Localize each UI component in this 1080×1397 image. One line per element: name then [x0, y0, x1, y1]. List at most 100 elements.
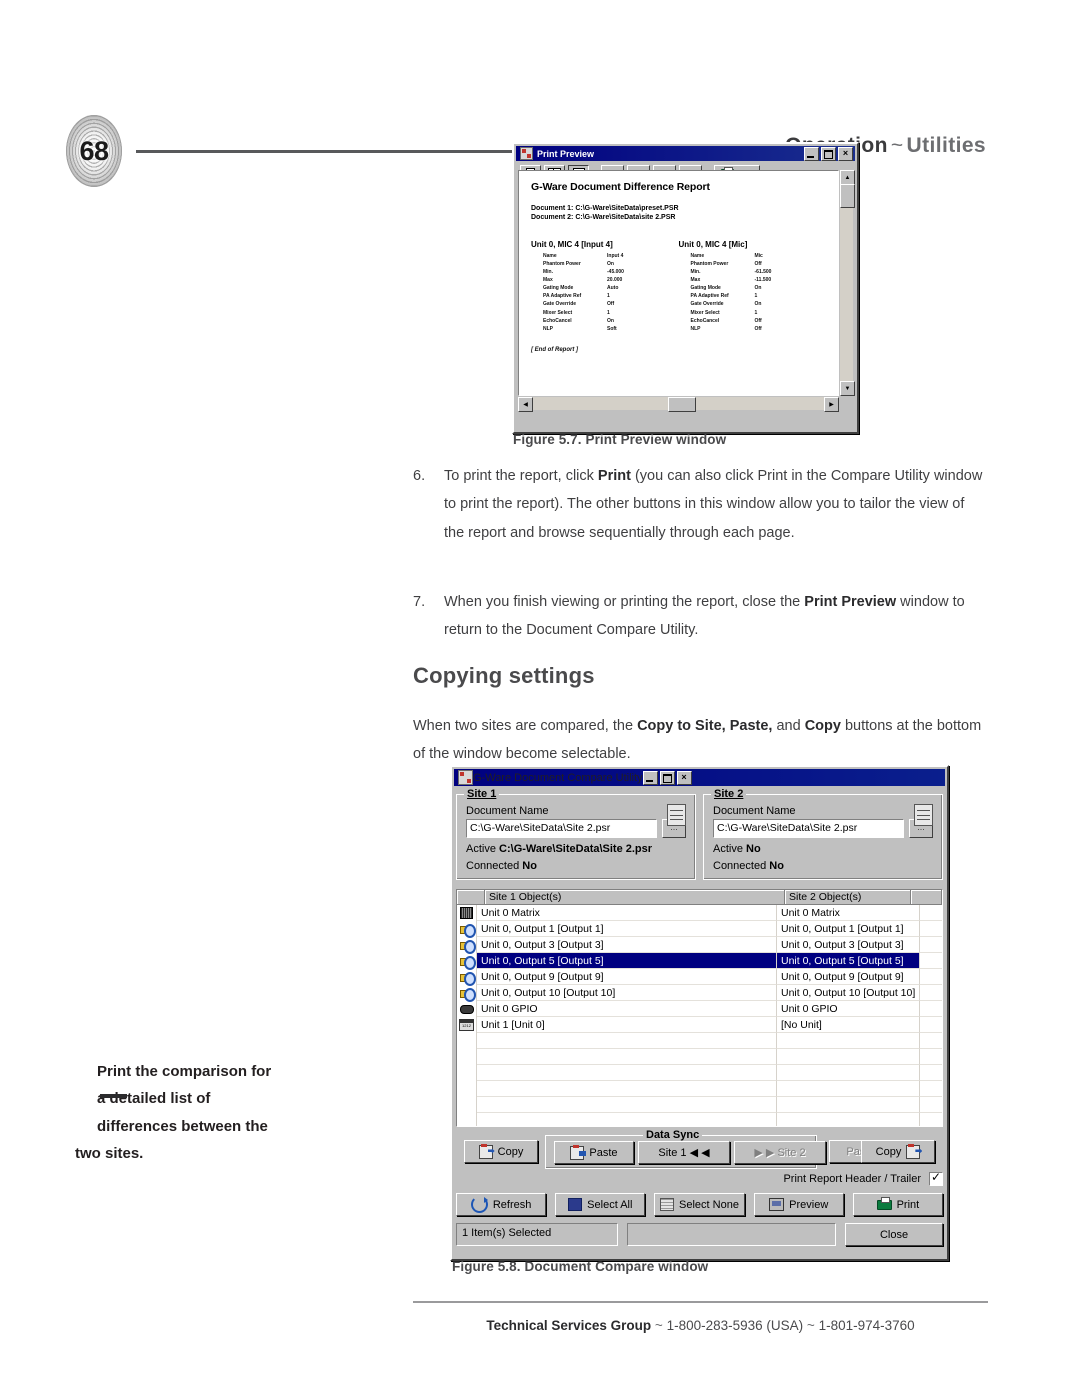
print-report-button[interactable]: Print	[852, 1193, 944, 1216]
compare-maximize-button[interactable]	[659, 770, 675, 785]
section-paragraph-part-3: Copy	[804, 718, 841, 734]
row-site2-object[interactable]: [No Unit]	[777, 1017, 920, 1033]
margin-note-line-3: differences between the	[97, 1117, 268, 1135]
table-row[interactable]: Unit 0, Output 5 [Output 5] Unit 0, Outpu…	[457, 953, 942, 970]
report-parameter-value: -61.500	[754, 269, 772, 276]
preview-button[interactable]: Preview	[753, 1193, 844, 1216]
step-7-text-part-1: Print Preview	[804, 594, 897, 610]
site-2-notes-icon[interactable]	[914, 804, 933, 826]
row-end-cell	[920, 1065, 942, 1081]
row-site2-object[interactable]: Unit 0, Output 1 [Output 1]	[777, 921, 920, 937]
copy-icon	[478, 1143, 493, 1159]
paste-left-button[interactable]: Paste	[554, 1141, 634, 1164]
horizontal-scroll-thumb[interactable]	[668, 397, 696, 412]
close-button[interactable]: ×	[838, 146, 853, 161]
row-icon-cell	[457, 1065, 477, 1081]
row-site1-object[interactable]: Unit 0, Output 10 [Output 10]	[477, 985, 777, 1001]
preview-horizontal-scrollbar[interactable]: ◀ ▶	[518, 397, 839, 412]
scroll-down-arrow[interactable]: ▼	[840, 381, 855, 396]
row-site1-object[interactable]: Unit 1 [Unit 0]	[477, 1017, 777, 1033]
site-1-active-value: C:\G-Ware\SiteData\Site 2.psr	[499, 843, 653, 855]
report-row: Gate Override Off	[531, 300, 679, 308]
copy-to-site-2-button[interactable]: ▶ ▶ Site 2	[734, 1141, 826, 1164]
table-row-empty	[457, 1065, 942, 1081]
site-2-active-line: Active No	[713, 843, 933, 855]
row-site2-object[interactable]: Unit 0, Output 10 [Output 10]	[777, 985, 920, 1001]
refresh-button[interactable]: Refresh	[456, 1193, 547, 1216]
steps-list-2: 7. When you finish viewing or printing t…	[413, 588, 988, 645]
row-site2-object[interactable]: Unit 0, Output 5 [Output 5]	[777, 953, 920, 969]
report-parameter-name: Phantom Power	[543, 260, 581, 267]
site-1-notes-icon[interactable]	[667, 804, 686, 826]
select-none-button[interactable]: Select None	[654, 1193, 745, 1216]
report-parameter-value: Mic	[754, 252, 763, 259]
margin-note: Print the comparison for a detailed list…	[75, 1058, 385, 1167]
list-header-site2[interactable]: Site 2 Object(s)	[785, 890, 911, 905]
print-header-checkbox[interactable]	[929, 1170, 943, 1186]
row-site2-object[interactable]: Unit 0, Output 3 [Output 3]	[777, 937, 920, 953]
section-paragraph-part-0: When two sites are compared, the	[413, 718, 638, 734]
scroll-left-arrow[interactable]: ◀	[518, 397, 533, 412]
row-site2-object[interactable]: Unit 0 Matrix	[777, 905, 920, 921]
speaker-icon	[460, 955, 476, 970]
preview-vertical-scrollbar[interactable]: ▲ ▼	[840, 170, 855, 396]
row-site2-object[interactable]: Unit 0, Output 9 [Output 9]	[777, 969, 920, 985]
list-header-icon-column	[457, 890, 485, 905]
select-all-button[interactable]: Select All	[555, 1193, 646, 1216]
row-site2-object[interactable]: Unit 0 GPIO	[777, 1001, 920, 1017]
document-compare-window: G-Ware Document Compare Utility × Site 1…	[450, 765, 949, 1261]
row-site1-object[interactable]: Unit 0, Output 1 [Output 1]	[477, 921, 777, 937]
preview-label: Preview	[789, 1198, 829, 1211]
report-parameter-value: -11.500	[754, 277, 772, 284]
preview-icon	[769, 1198, 785, 1211]
figure-5-8-caption: Figure 5.8. Document Compare window	[452, 1259, 709, 1274]
step-6-text-part-1: Print	[597, 468, 631, 484]
table-row[interactable]: 1212 Unit 1 [Unit 0] [No Unit]	[457, 1017, 942, 1033]
compare-minimize-button[interactable]	[642, 770, 658, 785]
matrix-icon	[460, 907, 473, 919]
report-row: Min. -61.500	[679, 268, 827, 276]
maximize-button[interactable]	[821, 146, 836, 161]
table-row[interactable]: Unit 0, Output 10 [Output 10] Unit 0, Out…	[457, 985, 942, 1002]
vertical-scroll-thumb[interactable]	[840, 184, 855, 208]
copy-to-site-right-button[interactable]: Copy	[861, 1140, 935, 1163]
step-7-number: 7.	[413, 594, 426, 610]
minimize-button[interactable]	[804, 146, 819, 161]
scroll-up-arrow[interactable]: ▲	[840, 170, 855, 185]
table-row-empty	[457, 1033, 942, 1049]
copy-to-site-1-button[interactable]: Site 1 ◀ ◀	[638, 1141, 730, 1164]
report-row: EchoCancel Off	[679, 317, 827, 325]
site-1-document-input[interactable]: C:\G-Ware\SiteData\Site 2.psr	[466, 819, 657, 838]
print-header-option-row: Print Report Header / Trailer	[456, 1170, 943, 1186]
row-site1-object[interactable]: Unit 0, Output 5 [Output 5]	[477, 953, 777, 969]
report-parameter-value: On	[754, 301, 762, 308]
footer-tilde-1: ~	[654, 1318, 663, 1333]
table-row[interactable]: Unit 0, Output 9 [Output 9] Unit 0, Outpu…	[457, 969, 942, 986]
select-all-icon	[568, 1198, 583, 1211]
table-row[interactable]: Unit 0, Output 1 [Output 1] Unit 0, Outpu…	[457, 921, 942, 938]
copy-to-site-left-button[interactable]: Copy	[464, 1140, 538, 1163]
objects-list[interactable]: Site 1 Object(s) Site 2 Object(s) Unit 0…	[456, 889, 943, 1127]
table-row[interactable]: Unit 0 GPIO Unit 0 GPIO	[457, 1001, 942, 1017]
compare-close-button[interactable]: ×	[676, 770, 692, 785]
items-selected-status: 1 Item(s) Selected	[456, 1223, 618, 1246]
close-window-button[interactable]: Close	[845, 1223, 943, 1246]
select-none-label: Select None	[679, 1198, 739, 1211]
row-end-cell	[920, 1033, 942, 1049]
row-site1-object[interactable]: Unit 0 GPIO	[477, 1001, 777, 1017]
list-header-site1[interactable]: Site 1 Object(s)	[485, 890, 785, 905]
table-row[interactable]: Unit 0, Output 3 [Output 3] Unit 0, Outpu…	[457, 937, 942, 954]
row-site1-object[interactable]: Unit 0, Output 3 [Output 3]	[477, 937, 777, 953]
report-document-1: Document 1: C:\G-Ware\SiteData\preset.PS…	[531, 205, 679, 212]
scroll-right-arrow[interactable]: ▶	[824, 397, 839, 412]
site-2-document-input[interactable]: C:\G-Ware\SiteData\Site 2.psr	[713, 819, 904, 838]
report-column-left: Unit 0, MIC 4 [Input 4] Name Input 4 Phant…	[531, 240, 679, 333]
table-row[interactable]: Unit 0 Matrix Unit 0 Matrix	[457, 905, 942, 921]
report-parameter-name: Mixer Select	[543, 309, 573, 316]
margin-note-line-4: two sites.	[75, 1144, 144, 1162]
report-parameter-name: NLP	[543, 325, 553, 332]
row-icon-cell	[457, 937, 477, 954]
report-row: NLP Soft	[531, 325, 679, 333]
row-site1-object[interactable]: Unit 0, Output 9 [Output 9]	[477, 969, 777, 985]
row-site1-object[interactable]: Unit 0 Matrix	[477, 905, 777, 921]
